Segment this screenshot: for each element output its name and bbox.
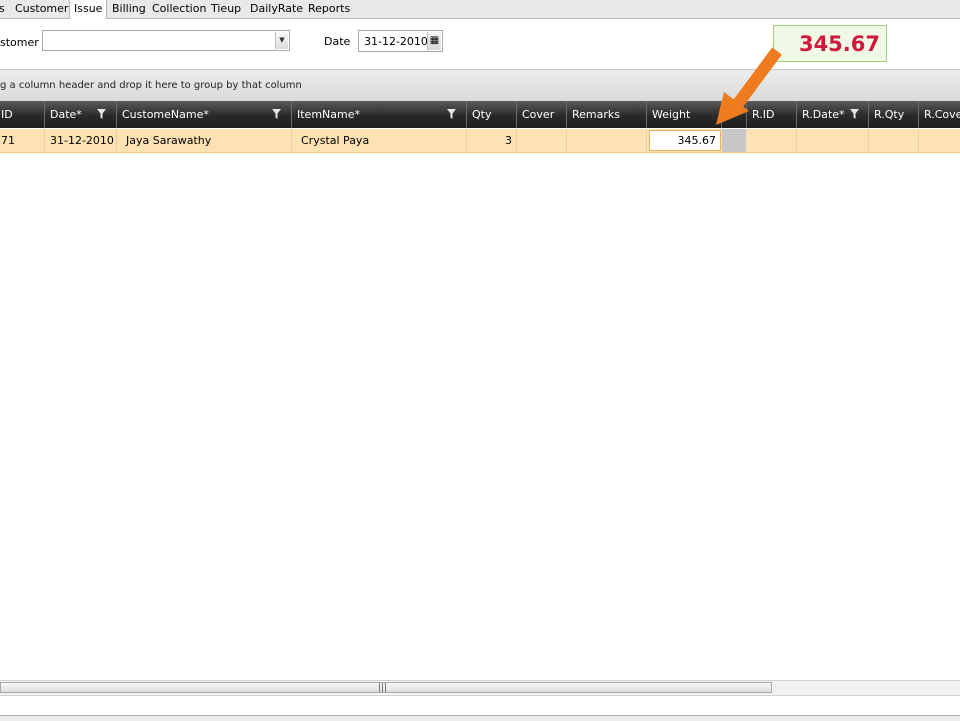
column-header-rqty[interactable]: R.Qty	[869, 101, 919, 128]
chevron-down-icon[interactable]: ▼	[275, 32, 288, 49]
group-by-panel[interactable]: g a column header and drop it here to gr…	[0, 69, 960, 102]
filter-icon[interactable]	[272, 109, 281, 119]
column-header-date[interactable]: Date*	[45, 101, 117, 128]
column-header-cover[interactable]: Cover	[517, 101, 567, 128]
menu-item-billing[interactable]: Billing	[112, 0, 146, 18]
cell-cover[interactable]	[517, 129, 567, 152]
scrollbar-thumb[interactable]: |||	[0, 682, 772, 693]
cell-rcover[interactable]	[919, 129, 960, 152]
customer-label: stomer	[0, 36, 39, 49]
cell-blank[interactable]	[722, 129, 746, 152]
menu-item-customer[interactable]: Customer	[15, 0, 68, 18]
menu-item-issue[interactable]: Issue	[69, 0, 108, 19]
menu-item-partial[interactable]: s	[0, 0, 5, 18]
date-picker[interactable]: 31-12-2010 ▦	[358, 30, 443, 52]
column-header-rdate[interactable]: R.Date*	[797, 101, 869, 128]
column-header-rid[interactable]: R.ID	[747, 101, 797, 128]
column-header-qty[interactable]: Qty	[467, 101, 517, 128]
column-header-label: R.ID	[752, 108, 775, 121]
cell-rqty[interactable]	[869, 129, 919, 152]
calendar-icon[interactable]: ▦	[427, 32, 441, 50]
column-header-label: R.Date*	[802, 108, 845, 121]
column-header-label: R.Cover	[924, 108, 960, 121]
filter-icon[interactable]	[97, 109, 106, 119]
column-header-rcover[interactable]: R.Cover	[919, 101, 960, 128]
column-header-label: ID	[1, 108, 13, 121]
weight-callout: 345.67	[773, 25, 887, 62]
filter-icon[interactable]	[447, 109, 456, 119]
cell-date[interactable]: 31-12-2010 1	[45, 129, 117, 152]
horizontal-scrollbar[interactable]: |||	[0, 680, 960, 696]
cell-rdate[interactable]	[797, 129, 869, 152]
date-label: Date	[324, 35, 351, 48]
column-header-customername[interactable]: CustomeName*	[117, 101, 292, 128]
column-header-label: Remarks	[572, 108, 620, 121]
column-header-label: CustomeName*	[122, 108, 209, 121]
column-header-label: Date*	[50, 108, 82, 121]
menu-item-reports[interactable]: Reports	[308, 0, 350, 18]
menu-item-dailyrate[interactable]: DailyRate	[250, 0, 303, 18]
menu-bar: s Customer Issue Billing Collection Tieu…	[0, 0, 960, 19]
cell-customer[interactable]: Jaya Sarawathy	[117, 129, 292, 152]
grip-icon: |||	[378, 683, 388, 693]
column-header-id[interactable]: ID	[0, 101, 45, 128]
group-panel-hint: g a column header and drop it here to gr…	[0, 80, 302, 91]
column-header-blank[interactable]	[722, 101, 747, 128]
column-header-weight[interactable]: Weight	[647, 101, 722, 128]
column-header-label: ItemName*	[297, 108, 360, 121]
cell-item[interactable]: Crystal Paya	[292, 129, 467, 152]
column-header-label: R.Qty	[874, 108, 905, 121]
cell-remarks[interactable]	[567, 129, 647, 152]
column-header-label: Weight	[652, 108, 691, 121]
menu-item-collection[interactable]: Collection	[152, 0, 206, 18]
menu-item-tieup[interactable]: Tieup	[211, 0, 241, 18]
column-header-label: Cover	[522, 108, 555, 121]
column-header-label: Qty	[472, 108, 492, 121]
grid-header: ID Date* CustomeName* ItemName* Qty Cove…	[0, 101, 960, 128]
column-header-remarks[interactable]: Remarks	[567, 101, 647, 128]
cell-id[interactable]: 71	[0, 129, 45, 152]
filter-icon[interactable]	[850, 109, 859, 119]
date-value: 31-12-2010	[364, 35, 428, 48]
cell-weight-editor[interactable]: 345.67	[649, 130, 721, 151]
cell-qty[interactable]: 3	[467, 129, 517, 152]
customer-combobox[interactable]: ▼	[42, 30, 290, 51]
table-row[interactable]: 71 31-12-2010 1 Jaya Sarawathy Crystal P…	[0, 129, 960, 153]
cell-rid[interactable]	[747, 129, 797, 152]
status-bar	[0, 715, 960, 721]
column-header-itemname[interactable]: ItemName*	[292, 101, 467, 128]
